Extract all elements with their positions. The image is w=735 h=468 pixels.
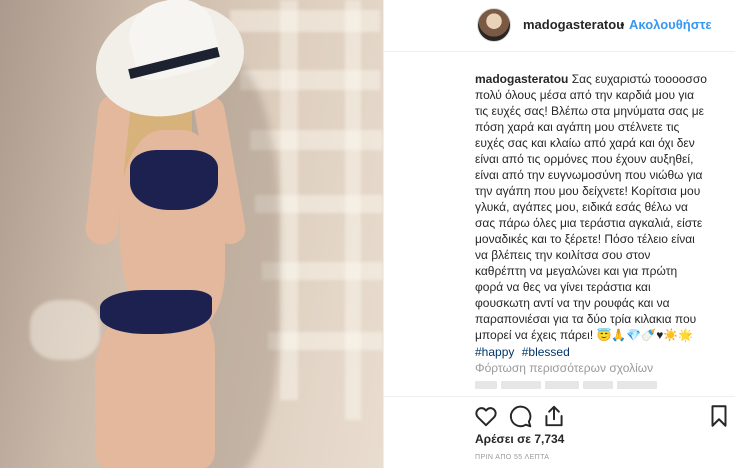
heart-outline-icon[interactable] bbox=[473, 403, 499, 429]
hashtag-blessed[interactable]: #blessed bbox=[522, 345, 570, 359]
hashtag-happy[interactable]: #happy bbox=[475, 345, 514, 359]
bookmark-icon[interactable] bbox=[706, 403, 732, 429]
speech-bubble-icon[interactable] bbox=[507, 403, 533, 429]
post-timestamp[interactable]: ΠΡΙΝ ΑΠΟ 55 ΛΕΠΤΑ bbox=[475, 454, 549, 461]
load-more-comments-link[interactable]: Φόρτωση περισσότερων σχολίων bbox=[475, 360, 653, 376]
caption-username[interactable]: madogasteratou bbox=[475, 72, 568, 86]
avatar[interactable] bbox=[477, 8, 511, 42]
post-sidebar: madogasteratou • Ακολουθήστε madogastera… bbox=[383, 0, 735, 468]
post-header: madogasteratou • Ακολουθήστε bbox=[384, 0, 735, 52]
hashtags: #happy #blessed bbox=[475, 344, 574, 360]
share-arrow-icon[interactable] bbox=[541, 403, 567, 429]
post-photo[interactable] bbox=[0, 0, 383, 468]
header-username[interactable]: madogasteratou bbox=[523, 17, 624, 32]
caption: madogasteratou Σας ευχαριστώ τοοοοσσο πο… bbox=[475, 71, 726, 343]
likes-count[interactable]: Αρέσει σε 7,734 bbox=[475, 432, 564, 446]
instagram-post: madogasteratou • Ακολουθήστε madogastera… bbox=[0, 0, 735, 468]
blurred-comment-placeholder bbox=[475, 381, 675, 391]
caption-text: Σας ευχαριστώ τοοοοσσο πολύ όλους μέσα α… bbox=[475, 72, 707, 342]
header-separator: • bbox=[620, 17, 625, 32]
follow-button[interactable]: Ακολουθήστε bbox=[629, 17, 712, 32]
action-bar bbox=[384, 396, 735, 432]
